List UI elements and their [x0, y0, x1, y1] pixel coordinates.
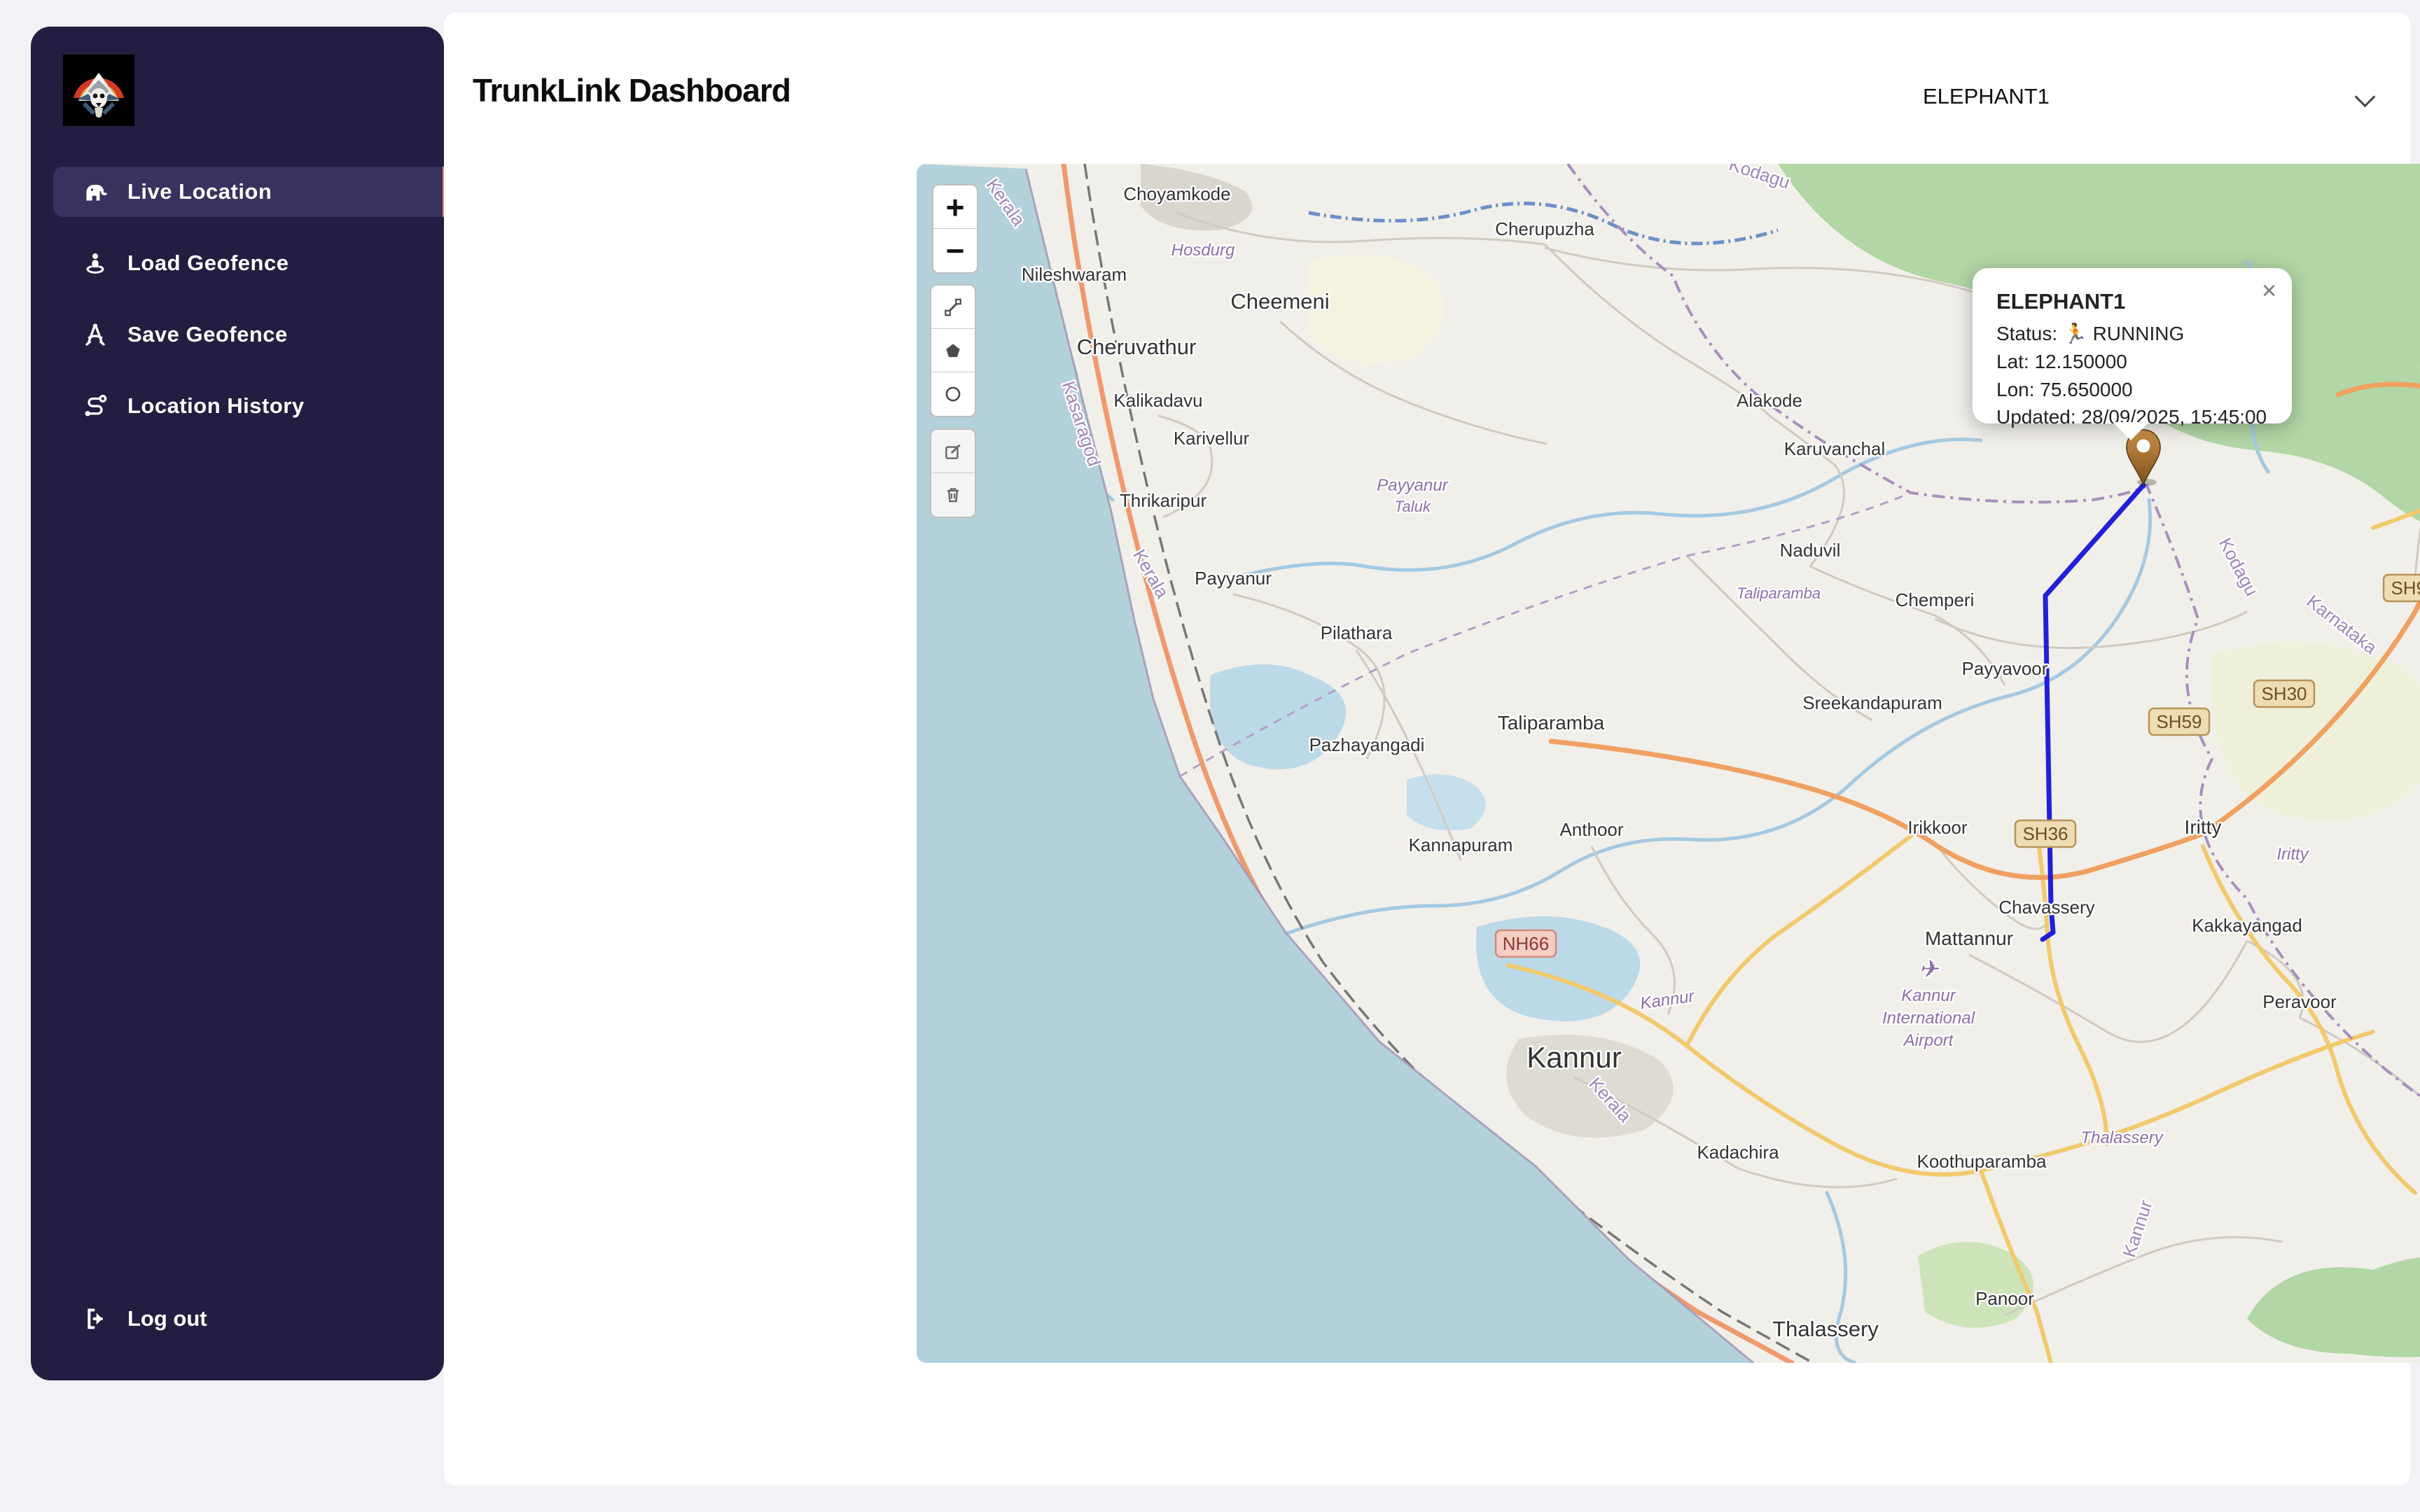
map-label: Irikkoor	[1907, 817, 1968, 838]
chevron-down-icon	[2355, 87, 2376, 108]
popup-lat-line: Lat: 12.150000	[1996, 348, 2268, 376]
popup-status-line: Status: 🏃 RUNNING	[1996, 320, 2268, 348]
page: Live Location Load Geofence Save Geofenc…	[0, 0, 2420, 1512]
map-label: Kannapuram	[1409, 834, 1513, 855]
map-label: Cheemeni	[1230, 289, 1329, 314]
sidebar-item-load-geofence[interactable]: Load Geofence	[53, 238, 452, 288]
draw-circle-button[interactable]	[931, 372, 975, 416]
map-label: Pazhayangadi	[1309, 734, 1425, 755]
road-shield: NH66	[1496, 930, 1556, 957]
draw-polyline-button[interactable]	[931, 286, 975, 329]
svg-text:SH91: SH91	[2391, 578, 2420, 598]
map-label: Payyanur	[1377, 476, 1448, 495]
popup-lon-line: Lon: 75.650000	[1996, 376, 2268, 404]
map-label: Cheruvathur	[1077, 335, 1197, 359]
map-label: Pilathara	[1321, 622, 1393, 643]
road-shield: SH30	[2254, 680, 2314, 707]
draw-control	[930, 284, 976, 417]
logout-button[interactable]: Log out	[53, 1294, 452, 1344]
popup-tail	[2113, 422, 2149, 440]
polygon-icon	[943, 340, 964, 361]
draw-polygon-button[interactable]	[931, 329, 975, 372]
popup-title: ELEPHANT1	[1996, 289, 2268, 314]
main-content-card: TrunkLink Dashboard ELEPHANT1	[444, 13, 2410, 1485]
edit-control	[930, 428, 976, 518]
sidebar-item-label: Live Location	[127, 179, 272, 204]
map-label: Taluk	[1394, 498, 1431, 515]
compass-icon	[81, 321, 109, 349]
person-pin-icon	[81, 249, 109, 277]
sidebar-item-label: Save Geofence	[127, 322, 288, 347]
sidebar-item-label: Location History	[127, 393, 305, 419]
map-label: Thalassery	[1772, 1317, 1879, 1341]
edit-icon	[943, 441, 964, 462]
map-label: Anthoor	[1559, 819, 1623, 840]
map-label: Taliparamba	[1737, 584, 1821, 602]
app-logo	[63, 55, 134, 126]
map-label: Nileshwaram	[1022, 264, 1127, 285]
map-label: Chemperi	[1896, 589, 1975, 610]
map-label: Taliparamba	[1498, 712, 1605, 734]
sidebar: Live Location Load Geofence Save Geofenc…	[31, 27, 444, 1380]
popup-close-button[interactable]: ×	[2262, 278, 2276, 303]
svg-text:SH59: SH59	[2156, 711, 2202, 732]
map-label: Karuvanchal	[1784, 438, 1886, 459]
map-label: Mattannur	[1925, 927, 2013, 949]
sidebar-item-label: Load Geofence	[127, 251, 288, 276]
map-label: ✈	[1919, 956, 1940, 983]
map-label: Panoor	[1975, 1288, 2034, 1309]
map-label: Hosdurg	[1171, 241, 1235, 260]
sidebar-item-live-location[interactable]: Live Location	[53, 167, 452, 217]
svg-text:NH66: NH66	[1503, 933, 1549, 954]
logout-icon	[81, 1305, 109, 1333]
device-select[interactable]: ELEPHANT1	[1923, 77, 2385, 116]
sidebar-nav: Live Location Load Geofence Save Geofenc…	[31, 167, 444, 452]
map-label: Kadachira	[1697, 1142, 1779, 1163]
map-label: Kannur	[1901, 986, 1956, 1005]
page-title: TrunkLink Dashboard	[473, 71, 791, 109]
map-label: Kakkayangad	[2192, 915, 2302, 936]
delete-layers-button[interactable]	[931, 473, 975, 517]
edit-layers-button[interactable]	[931, 430, 975, 473]
logout-label: Log out	[127, 1306, 207, 1331]
map-label: Thrikaripur	[1120, 490, 1207, 511]
trash-icon	[943, 484, 964, 505]
map-label: Payyanur	[1195, 568, 1272, 589]
zoom-control: + −	[932, 184, 978, 274]
map-label: Peravoor	[2262, 991, 2337, 1012]
map-label: Kalikadavu	[1113, 390, 1202, 411]
zoom-in-button[interactable]: +	[933, 186, 977, 229]
map-label: Cherupuzha	[1495, 218, 1594, 239]
route-icon	[81, 392, 109, 420]
map-label: Airport	[1903, 1031, 1954, 1050]
leaflet-map[interactable]: SH89SH90SH91SH30SH59SH36NH66 ChoyamkodeC…	[917, 164, 2420, 1363]
sidebar-item-location-history[interactable]: Location History	[53, 381, 452, 431]
elephant-icon	[81, 178, 109, 206]
map-label: Naduvil	[1780, 540, 1841, 561]
zoom-out-button[interactable]: −	[933, 229, 977, 272]
map-label: International	[1882, 1009, 1975, 1028]
road-shield: SH59	[2149, 708, 2209, 735]
sidebar-item-save-geofence[interactable]: Save Geofence	[53, 309, 452, 360]
map-label: Chavassery	[1998, 897, 2094, 918]
map-label: Payyavoor	[1962, 658, 2048, 679]
map-label: Iritty	[2276, 845, 2309, 864]
device-select-value: ELEPHANT1	[1923, 84, 2050, 109]
mountain-skull-logo-icon	[63, 55, 134, 126]
map-label: Kannur	[1527, 1041, 1621, 1074]
map-label: Choyamkode	[1123, 183, 1230, 204]
svg-text:SH36: SH36	[2022, 823, 2068, 844]
map-label: Karivellur	[1174, 428, 1250, 449]
circle-icon	[943, 384, 964, 405]
road-shield: SH36	[2015, 820, 2075, 847]
map-label: Koothuparamba	[1917, 1151, 2047, 1172]
map-label: Thalassery	[2080, 1128, 2164, 1147]
marker-popup: × ELEPHANT1 Status: 🏃 RUNNING Lat: 12.15…	[1973, 268, 2292, 424]
map-label: Iritty	[2185, 816, 2222, 838]
polyline-icon	[943, 297, 964, 318]
road-shield: SH91	[2384, 575, 2420, 601]
svg-text:SH30: SH30	[2261, 683, 2307, 704]
map-label: Alakode	[1737, 390, 1802, 411]
map-label: Sreekandapuram	[1802, 692, 1942, 713]
